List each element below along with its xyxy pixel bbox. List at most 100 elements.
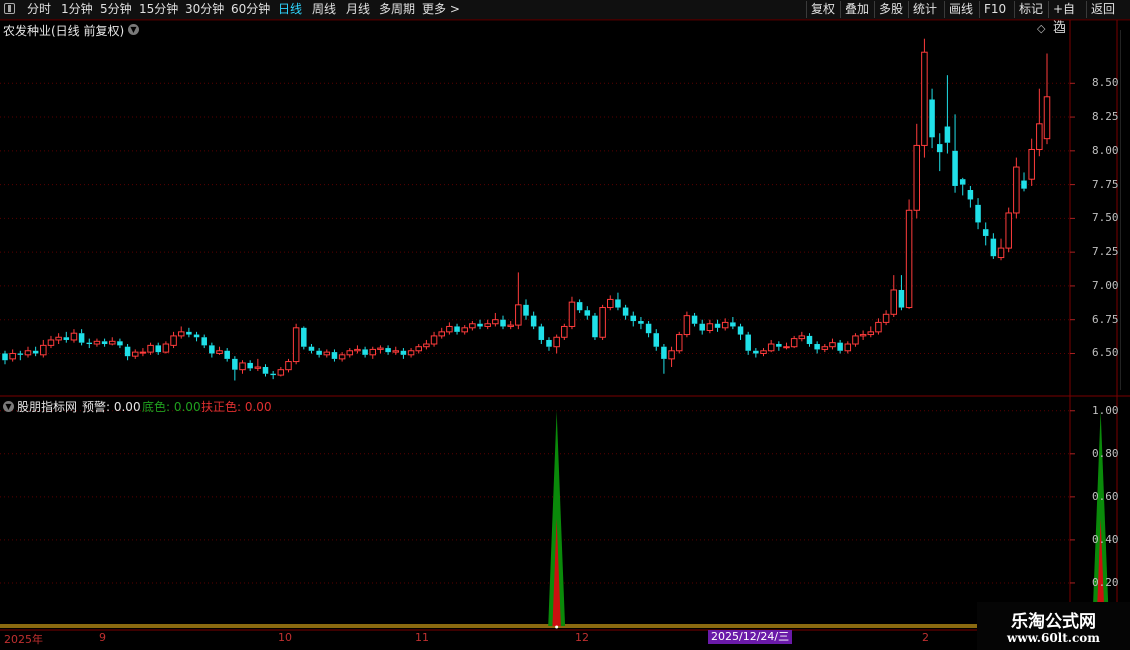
candle bbox=[929, 88, 935, 149]
candle-body bbox=[913, 144, 921, 211]
watermark-title: 乐淘公式网 bbox=[1011, 612, 1096, 632]
candle bbox=[837, 339, 843, 354]
candle bbox=[170, 331, 177, 349]
candle-body bbox=[63, 337, 70, 340]
candle-body bbox=[247, 362, 253, 369]
candle-body bbox=[1021, 180, 1027, 189]
candle-body bbox=[2, 353, 8, 361]
price-tick-label: 6.50 bbox=[1092, 346, 1119, 360]
candle-body bbox=[446, 325, 453, 333]
candle-body bbox=[745, 334, 751, 351]
candle bbox=[423, 339, 430, 350]
candle-body bbox=[622, 307, 629, 316]
candle bbox=[47, 335, 55, 349]
candle bbox=[124, 344, 131, 361]
candle bbox=[584, 306, 591, 320]
candle-body bbox=[990, 238, 997, 257]
candle-body bbox=[117, 341, 123, 346]
candle-body bbox=[262, 366, 269, 374]
candle bbox=[224, 348, 230, 362]
candle bbox=[721, 318, 729, 331]
candle-body bbox=[362, 349, 368, 355]
candle-body bbox=[829, 342, 836, 348]
price-tick-label: 7.75 bbox=[1092, 177, 1119, 191]
candle bbox=[1013, 157, 1020, 219]
candle bbox=[139, 348, 147, 357]
indicator-tick-label: 0.20 bbox=[1092, 575, 1119, 589]
candle bbox=[890, 275, 898, 317]
candle-body bbox=[952, 150, 958, 186]
candle-body bbox=[155, 345, 161, 353]
stock-title: 农发种业(日线 前复权) bbox=[3, 24, 125, 38]
candle bbox=[760, 348, 767, 357]
candle bbox=[576, 299, 583, 313]
candle-body bbox=[477, 323, 483, 327]
side-panel-edge[interactable] bbox=[1120, 30, 1130, 390]
candle-body bbox=[592, 315, 598, 338]
candle-body bbox=[224, 350, 230, 359]
candle bbox=[186, 327, 192, 338]
candle-body bbox=[17, 353, 24, 355]
candle-body bbox=[1028, 148, 1035, 180]
panel-toggle-icon[interactable] bbox=[1055, 24, 1065, 33]
candle bbox=[446, 322, 453, 335]
date-label: 2025年 bbox=[4, 633, 43, 646]
candle-body bbox=[270, 373, 276, 376]
candle-body bbox=[9, 352, 16, 360]
price-tick-label: 8.00 bbox=[1092, 143, 1119, 157]
candle bbox=[63, 331, 70, 343]
price-tick-label: 8.25 bbox=[1092, 110, 1119, 124]
candle bbox=[209, 342, 215, 358]
indicator-name[interactable]: 股朋指标网 bbox=[17, 398, 77, 415]
candle-body bbox=[101, 341, 108, 345]
candle-body bbox=[385, 348, 391, 353]
candle bbox=[737, 323, 744, 340]
candle-body bbox=[254, 366, 262, 369]
candle bbox=[454, 323, 460, 335]
candle-body bbox=[55, 336, 62, 341]
candle bbox=[1028, 138, 1035, 186]
candle bbox=[232, 356, 238, 381]
candle-body bbox=[400, 350, 407, 355]
candle-body bbox=[982, 229, 989, 236]
candle-body bbox=[568, 301, 576, 327]
candle-body bbox=[806, 335, 813, 345]
kline-chart[interactable] bbox=[0, 0, 1130, 650]
candle-body bbox=[40, 344, 47, 356]
candle-body bbox=[523, 304, 529, 316]
candle-body bbox=[798, 335, 806, 340]
candle bbox=[814, 341, 820, 354]
candle-body bbox=[78, 333, 85, 343]
candle-body bbox=[967, 190, 974, 200]
candle bbox=[477, 319, 483, 330]
candle-body bbox=[139, 351, 147, 354]
candle bbox=[706, 319, 714, 334]
indicator-menu-icon[interactable]: ▼ bbox=[3, 401, 14, 412]
candle bbox=[975, 198, 981, 230]
candle-body bbox=[944, 126, 951, 143]
candle-body bbox=[721, 321, 729, 329]
chevron-down-icon[interactable]: ▼ bbox=[128, 24, 139, 35]
candle bbox=[546, 337, 552, 351]
candle-body bbox=[776, 344, 782, 347]
candle bbox=[70, 329, 78, 343]
candle bbox=[592, 312, 598, 340]
candle bbox=[852, 333, 859, 347]
candle-body bbox=[844, 343, 852, 352]
candle bbox=[2, 350, 8, 365]
candle-body bbox=[546, 339, 552, 347]
up-value: 扶正色: 0.00 bbox=[201, 400, 272, 414]
price-tick-label: 7.25 bbox=[1092, 245, 1119, 259]
candle bbox=[699, 319, 705, 335]
candle bbox=[385, 345, 391, 355]
diamond-icon[interactable]: ◇ bbox=[1037, 22, 1045, 35]
price-tick-label: 8.50 bbox=[1092, 76, 1119, 90]
candle bbox=[952, 114, 958, 193]
candle-body bbox=[492, 319, 499, 325]
candle-body bbox=[905, 209, 913, 309]
candle bbox=[101, 338, 108, 347]
candle bbox=[193, 331, 200, 342]
candle bbox=[1043, 53, 1051, 145]
candle-body bbox=[890, 289, 898, 315]
candle-body bbox=[737, 326, 744, 335]
